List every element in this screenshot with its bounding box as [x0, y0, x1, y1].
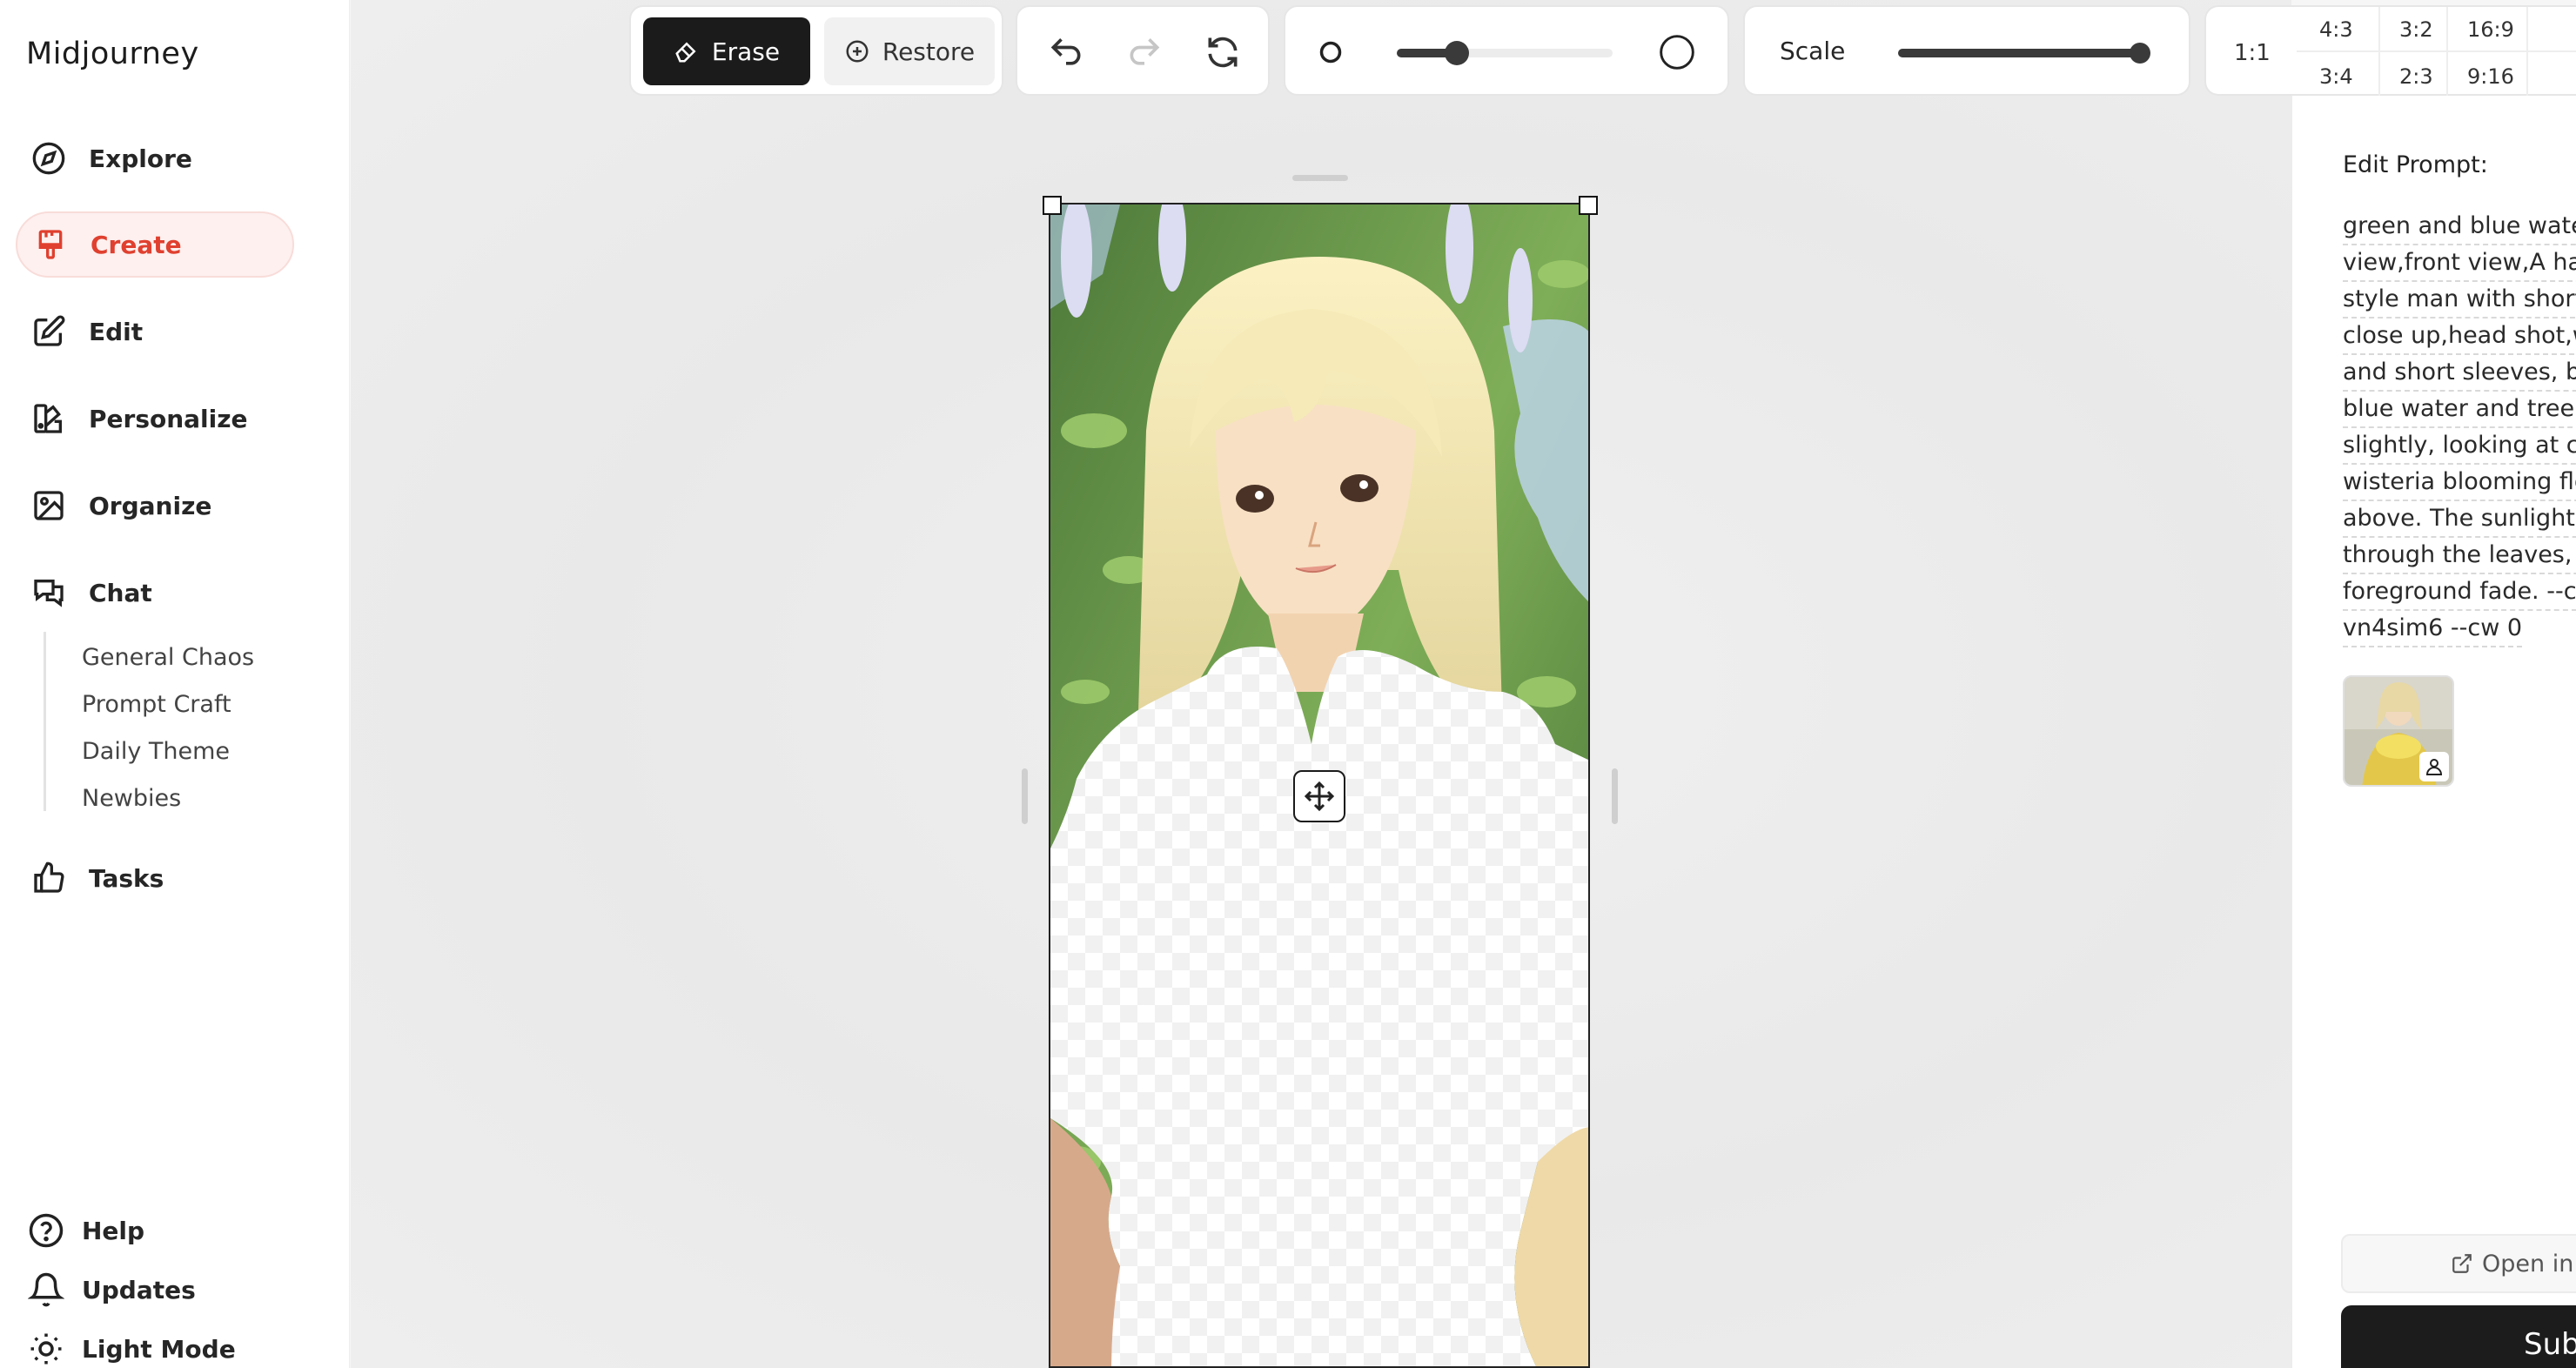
chat-room-daily-theme[interactable]: Daily Theme — [82, 738, 230, 765]
large-brush-icon — [1660, 35, 1694, 70]
help-icon — [29, 1213, 64, 1248]
brush-size-knob[interactable] — [1445, 41, 1469, 65]
thumbs-up-icon — [30, 859, 68, 897]
brush-size-slider[interactable] — [1397, 41, 1613, 65]
top-right-resize-handle[interactable] — [1579, 196, 1598, 215]
ratio-4-3[interactable]: 4:3 — [2319, 17, 2353, 42]
nav-help[interactable]: Help — [28, 1209, 144, 1252]
top-left-resize-handle[interactable] — [1043, 196, 1062, 215]
top-resize-bar[interactable] — [1292, 175, 1348, 181]
scale-group: Scale — [1743, 5, 2190, 96]
nav-label: Light Mode — [82, 1334, 236, 1364]
chat-icon — [30, 573, 68, 612]
prompt-line: blue water and tree,f — [2343, 393, 2576, 428]
right-resize-bar[interactable] — [1612, 768, 1618, 824]
ratio-9-16[interactable]: 9:16 — [2467, 64, 2514, 89]
nav-label: Create — [91, 230, 182, 259]
nav-label: Updates — [82, 1275, 196, 1304]
nav-light-mode[interactable]: Light Mode — [28, 1327, 236, 1368]
prompt-panel: Edit Prompt: green and blue water, view,… — [2291, 96, 2576, 1368]
move-arrows-icon — [1304, 781, 1335, 812]
palette-icon — [30, 399, 68, 438]
prompt-line: through the leaves, V — [2343, 540, 2576, 574]
brand-logo[interactable]: Midjourney — [26, 37, 199, 71]
character-reference-badge — [2419, 752, 2449, 781]
prompt-line: foreground fade. --c — [2343, 576, 2576, 611]
left-resize-bar[interactable] — [1022, 768, 1028, 824]
chat-rooms-divider — [44, 632, 46, 811]
nav-label: Organize — [89, 491, 212, 520]
prompt-line: above. The sunlight s — [2343, 503, 2576, 538]
nav-tasks[interactable]: Tasks — [16, 845, 294, 911]
nav-create[interactable]: Create — [16, 211, 294, 278]
prompt-line: green and blue water, — [2343, 211, 2576, 245]
external-link-icon — [2452, 1254, 2472, 1273]
nav-personalize[interactable]: Personalize — [16, 386, 294, 452]
prompt-line: slightly, looking at ca — [2343, 430, 2576, 465]
nav-updates[interactable]: Updates — [28, 1268, 196, 1311]
eraser-icon — [675, 42, 696, 63]
open-in-button[interactable]: Open in — [2341, 1234, 2576, 1293]
submit-label: Submit — [2524, 1327, 2576, 1362]
ratio-3-4[interactable]: 3:4 — [2319, 64, 2353, 89]
nav-label: Tasks — [89, 863, 164, 893]
ratio-col-divider — [2378, 7, 2380, 97]
ratio-3-2[interactable]: 3:2 — [2399, 17, 2433, 42]
nav-organize[interactable]: Organize — [16, 473, 294, 539]
nav-edit[interactable]: Edit — [16, 298, 294, 365]
paintbrush-icon — [31, 225, 70, 264]
nav-chat[interactable]: Chat — [16, 560, 294, 626]
history-group — [1016, 5, 1270, 96]
prompt-line: style man with short — [2343, 284, 2576, 319]
nav-label: Edit — [89, 317, 144, 346]
scale-knob[interactable] — [2130, 43, 2150, 64]
small-brush-icon — [1319, 41, 1342, 64]
restore-button[interactable]: Restore — [824, 17, 995, 85]
chat-room-newbies[interactable]: Newbies — [82, 785, 181, 812]
prompt-line: and short sleeves, ba — [2343, 357, 2576, 392]
prompt-line: view,front view,A handsome — [2343, 247, 2576, 282]
bell-icon — [28, 1272, 64, 1307]
edit-prompt-label: Edit Prompt: — [2343, 151, 2488, 178]
chat-room-prompt-craft[interactable]: Prompt Craft — [82, 691, 231, 718]
scale-fill — [1898, 49, 2140, 57]
chat-room-general-chaos[interactable]: General Chaos — [82, 644, 254, 671]
ratio-16-9[interactable]: 16:9 — [2467, 17, 2514, 42]
ratio-col-divider — [2446, 7, 2448, 97]
plus-circle-icon — [846, 40, 869, 63]
brush-size-group — [1284, 5, 1729, 96]
nav-label: Help — [82, 1216, 145, 1245]
ratio-2-3[interactable]: 2:3 — [2399, 64, 2433, 89]
prompt-line: vn4sim6 --cw 0 — [2343, 613, 2523, 647]
prompt-line: wisteria blooming flo — [2343, 466, 2576, 501]
nav-label: Chat — [89, 578, 152, 607]
ratio-row-divider — [2297, 50, 2576, 52]
aspect-ratio-grid: 4:3 3:2 16:9 3:4 2:3 9:16 — [2297, 5, 2576, 97]
nav-label: Personalize — [89, 404, 248, 433]
open-in-label: Open in — [2482, 1250, 2574, 1277]
scale-slider[interactable] — [1898, 43, 2150, 64]
undo-icon[interactable] — [1047, 33, 1085, 71]
brush-mode-group: Erase Restore — [629, 5, 1003, 96]
person-icon — [2425, 759, 2443, 775]
restore-label: Restore — [882, 37, 976, 66]
reference-image-thumbnail[interactable] — [2343, 675, 2454, 787]
nav-label: Explore — [89, 144, 192, 173]
sun-icon — [30, 1333, 62, 1365]
prompt-line: close up,head shot,w — [2343, 320, 2576, 355]
erase-label: Erase — [711, 37, 781, 66]
image-icon — [30, 486, 68, 525]
edit-icon — [30, 312, 68, 351]
erase-button[interactable]: Erase — [643, 17, 810, 85]
compass-icon — [30, 139, 68, 178]
reset-icon[interactable] — [1204, 33, 1242, 71]
redo-icon[interactable] — [1125, 33, 1164, 71]
ratio-1-1[interactable]: 1:1 — [2234, 40, 2271, 66]
submit-button[interactable]: Submit — [2341, 1305, 2576, 1368]
nav-explore[interactable]: Explore — [16, 125, 294, 191]
ratio-col-divider — [2526, 7, 2528, 97]
move-button[interactable] — [1293, 770, 1345, 822]
scale-label: Scale — [1780, 37, 1846, 65]
sidebar: Midjourney Explore Create Edit Personali… — [0, 0, 350, 1368]
